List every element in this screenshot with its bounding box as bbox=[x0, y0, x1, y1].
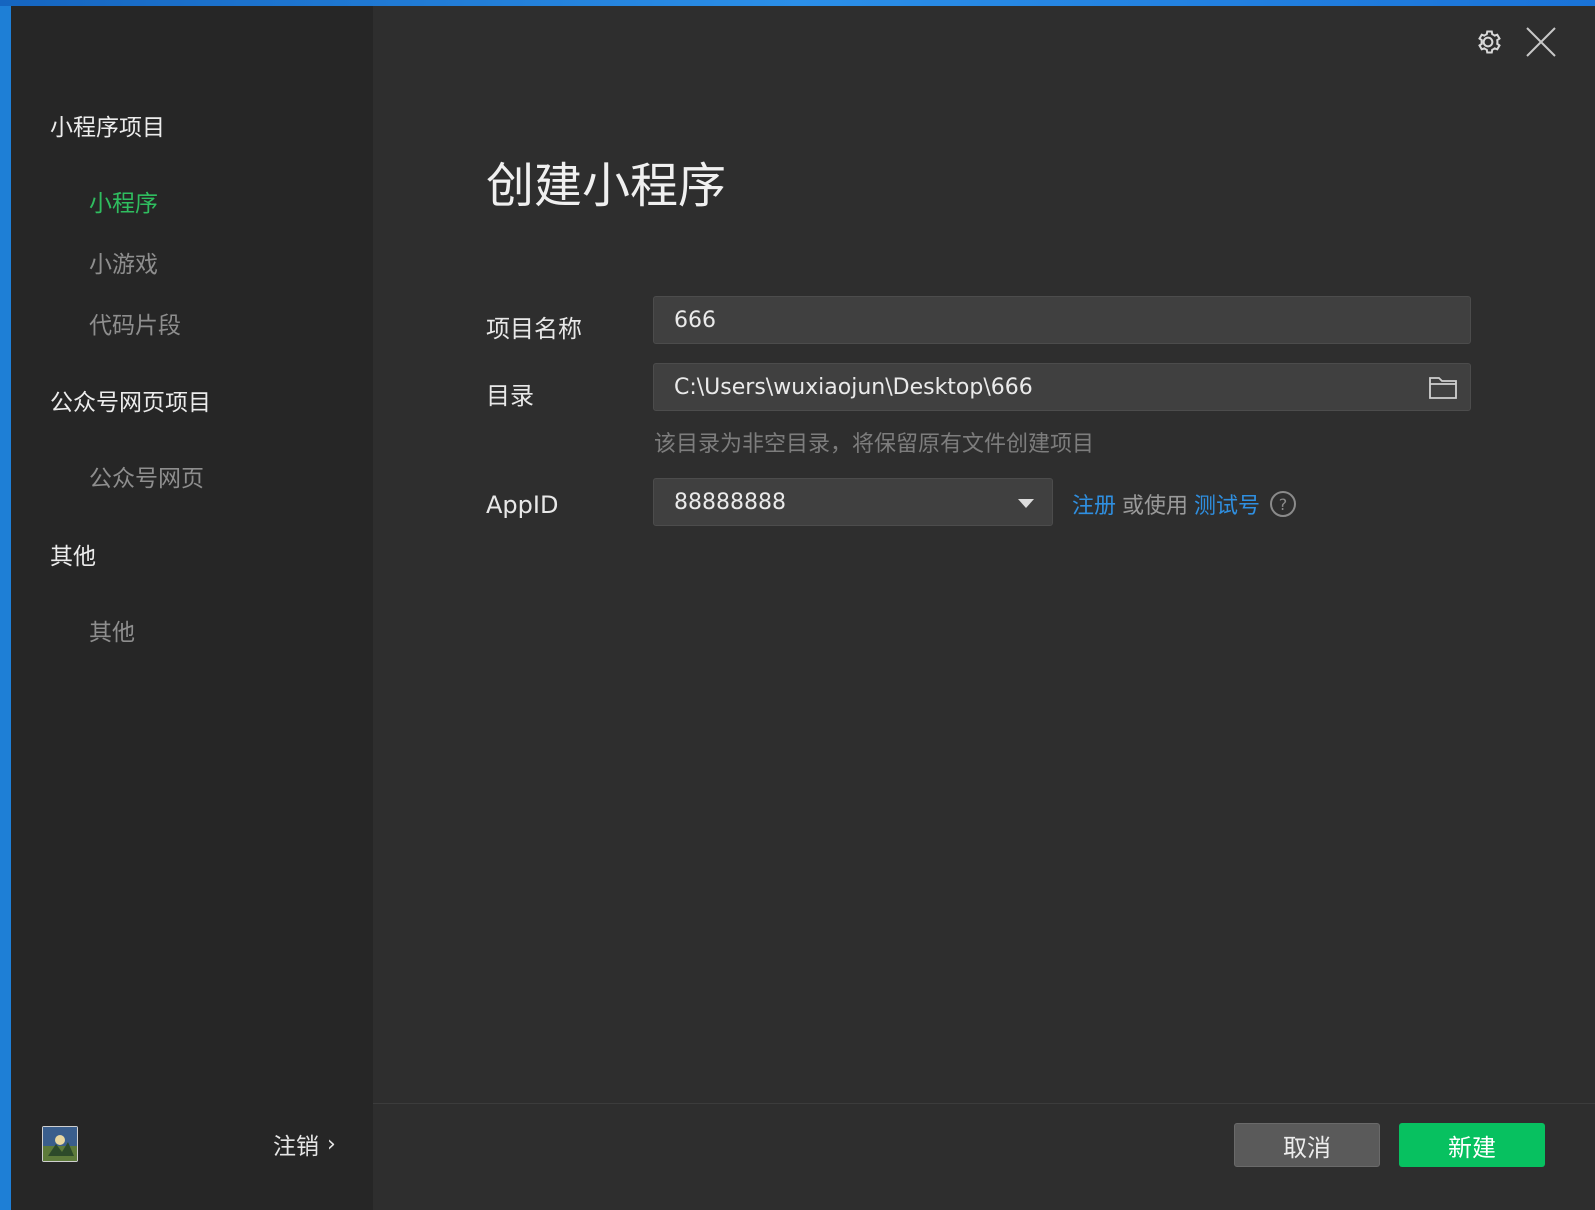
directory-label: 目录 bbox=[486, 382, 534, 410]
appid-label: AppID bbox=[486, 491, 559, 519]
appid-select[interactable]: 88888888 bbox=[653, 478, 1053, 526]
directory-hint: 该目录为非空目录，将保留原有文件创建项目 bbox=[654, 432, 1095, 457]
help-icon[interactable]: ? bbox=[1270, 491, 1297, 517]
main-panel: 创建小程序 项目名称 目录 该目录为非空目录，将保留原有文件创建项目 AppID… bbox=[373, 6, 1595, 1210]
sidebar-item-other[interactable]: 其他 bbox=[89, 613, 135, 647]
sidebar-item-miniprogram[interactable]: 小程序 bbox=[89, 184, 158, 218]
chevron-right-icon: › bbox=[327, 1131, 336, 1157]
sidebar-item-official-webpage[interactable]: 公众号网页 bbox=[89, 459, 204, 493]
sidebar-category-miniprogram: 小程序项目 bbox=[50, 115, 165, 141]
test-account-link[interactable]: 测试号 bbox=[1194, 488, 1260, 520]
directory-input[interactable] bbox=[674, 374, 1394, 400]
or-use-text: 或使用 bbox=[1122, 494, 1189, 519]
sidebar-item-minigame[interactable]: 小游戏 bbox=[89, 245, 158, 279]
create-project-dialog: 小程序项目 小程序 小游戏 代码片段 公众号网页项目 公众号网页 其他 其他 注… bbox=[11, 6, 1595, 1210]
sidebar-item-code-snippet[interactable]: 代码片段 bbox=[89, 306, 181, 340]
avatar[interactable] bbox=[42, 1126, 78, 1162]
logout-label: 注销 bbox=[273, 1134, 319, 1160]
logout-button[interactable]: 注销 › bbox=[273, 1126, 336, 1162]
chevron-down-icon bbox=[1018, 499, 1034, 508]
project-name-input[interactable] bbox=[674, 307, 1470, 333]
project-name-label: 项目名称 bbox=[486, 315, 582, 343]
cancel-button[interactable]: 取消 bbox=[1234, 1123, 1380, 1167]
directory-field[interactable] bbox=[653, 363, 1471, 411]
project-name-field[interactable] bbox=[653, 296, 1471, 344]
avatar-image bbox=[42, 1126, 78, 1162]
gear-icon[interactable] bbox=[1473, 27, 1503, 57]
appid-links: 注册 或使用 测试号 ? bbox=[1072, 486, 1297, 522]
page-title: 创建小程序 bbox=[486, 158, 727, 214]
sidebar: 小程序项目 小程序 小游戏 代码片段 公众号网页项目 公众号网页 其他 其他 注… bbox=[11, 6, 373, 1210]
appid-value: 88888888 bbox=[674, 489, 786, 515]
footer-divider bbox=[373, 1103, 1595, 1104]
sidebar-category-official-account: 公众号网页项目 bbox=[50, 390, 211, 416]
create-button[interactable]: 新建 bbox=[1399, 1123, 1545, 1167]
register-link[interactable]: 注册 bbox=[1072, 488, 1116, 520]
folder-icon[interactable] bbox=[1428, 374, 1458, 400]
close-icon[interactable] bbox=[1523, 24, 1559, 60]
sidebar-category-other: 其他 bbox=[50, 544, 96, 570]
